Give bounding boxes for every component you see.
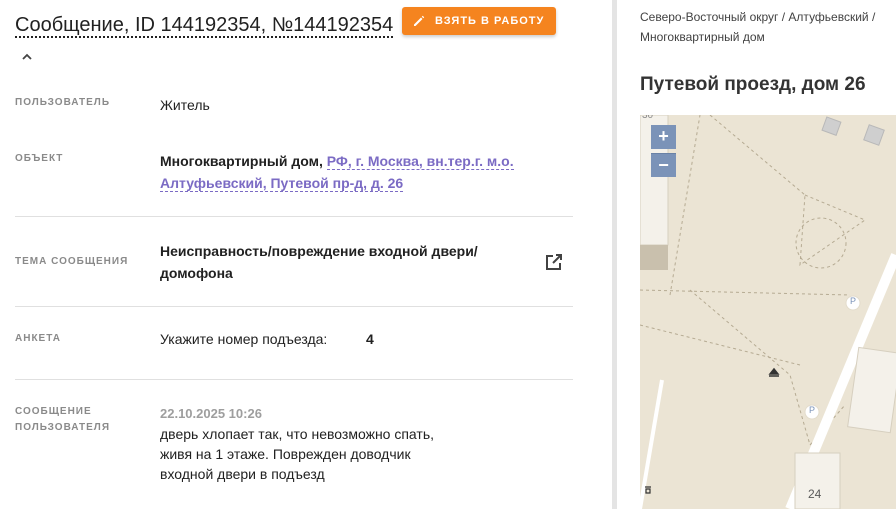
divider <box>15 216 573 217</box>
message-line-3: входной двери в подъезд <box>160 466 325 482</box>
map-canvas[interactable] <box>640 115 896 509</box>
topic-label: ТЕМА СООБЩЕНИЯ <box>15 256 129 267</box>
breadcrumb-line-1: Северо-Восточный округ / Алтуфьевский / <box>640 10 876 24</box>
message-label-line-2: ПОЛЬЗОВАТЕЛЯ <box>15 422 111 433</box>
app-root: Сообщение, ID 144192354, №144192354 ВЗЯТ… <box>0 0 896 509</box>
user-value: Житель <box>160 97 210 113</box>
breadcrumb-line-2: Многоквартирный дом <box>640 30 765 44</box>
title-text[interactable]: Сообщение, ID 144192354, №144192354 <box>15 14 394 38</box>
chevron-up-icon[interactable] <box>21 51 33 63</box>
take-to-work-label: ВЗЯТЬ В РАБОТУ <box>435 15 545 27</box>
take-to-work-button[interactable]: ВЗЯТЬ В РАБОТУ <box>402 7 557 35</box>
topic-line-1: Неисправность/повреждение входной двери/ <box>160 243 478 259</box>
edge-number: 30 <box>642 115 654 121</box>
open-external-icon[interactable] <box>544 252 564 272</box>
parking-icon: P <box>808 405 815 415</box>
pencil-icon <box>414 15 425 26</box>
map[interactable]: P P 24 30 + − <box>640 115 896 509</box>
topic-line-2: домофона <box>160 265 233 281</box>
user-label: ПОЛЬЗОВАТЕЛЬ <box>15 97 111 108</box>
survey-question: Укажите номер подъезда: <box>160 331 328 347</box>
breadcrumb: Северо-Восточный округ / Алтуфьевский / … <box>640 7 896 47</box>
message-body: 22.10.2025 10:26 дверь хлопает так, что … <box>160 403 460 484</box>
object-value: Многоквартирный дом, РФ, г. Москва, вн.т… <box>160 150 560 194</box>
building-number: 24 <box>808 487 822 501</box>
page-title[interactable]: Сообщение, ID 144192354, №144192354 <box>15 10 395 72</box>
object-label: ОБЪЕКТ <box>15 153 64 164</box>
message-line-1: дверь хлопает так, что невозможно спать, <box>160 426 435 442</box>
survey-answer: 4 <box>366 331 374 347</box>
divider <box>15 379 573 380</box>
message-line-2: живя на 1 этаже. Поврежден доводчик <box>160 446 411 462</box>
topic-value: Неисправность/повреждение входной двери/… <box>160 240 520 284</box>
parking-icon: P <box>849 296 856 306</box>
message-date: 22.10.2025 10:26 <box>160 406 262 421</box>
divider <box>15 306 573 307</box>
message-label-line-1: СООБЩЕНИЕ <box>15 406 92 417</box>
object-type: Многоквартирный дом, <box>160 153 323 169</box>
object-address-link-1[interactable]: РФ, г. Москва, вн.тер.г. м.о. <box>326 153 514 170</box>
location-panel: Северо-Восточный округ / Алтуфьевский / … <box>617 0 896 509</box>
address-title: Путевой проезд, дом 26 <box>640 74 866 95</box>
message-label: СООБЩЕНИЕ ПОЛЬЗОВАТЕЛЯ <box>15 404 110 436</box>
object-address-link-2[interactable]: Алтуфьевский, Путевой пр-д, д. 26 <box>160 175 404 192</box>
zoom-in-button[interactable]: + <box>651 125 676 149</box>
message-panel: Сообщение, ID 144192354, №144192354 ВЗЯТ… <box>0 0 612 509</box>
survey-label: АНКЕТА <box>15 333 61 344</box>
zoom-out-button[interactable]: − <box>651 153 676 177</box>
